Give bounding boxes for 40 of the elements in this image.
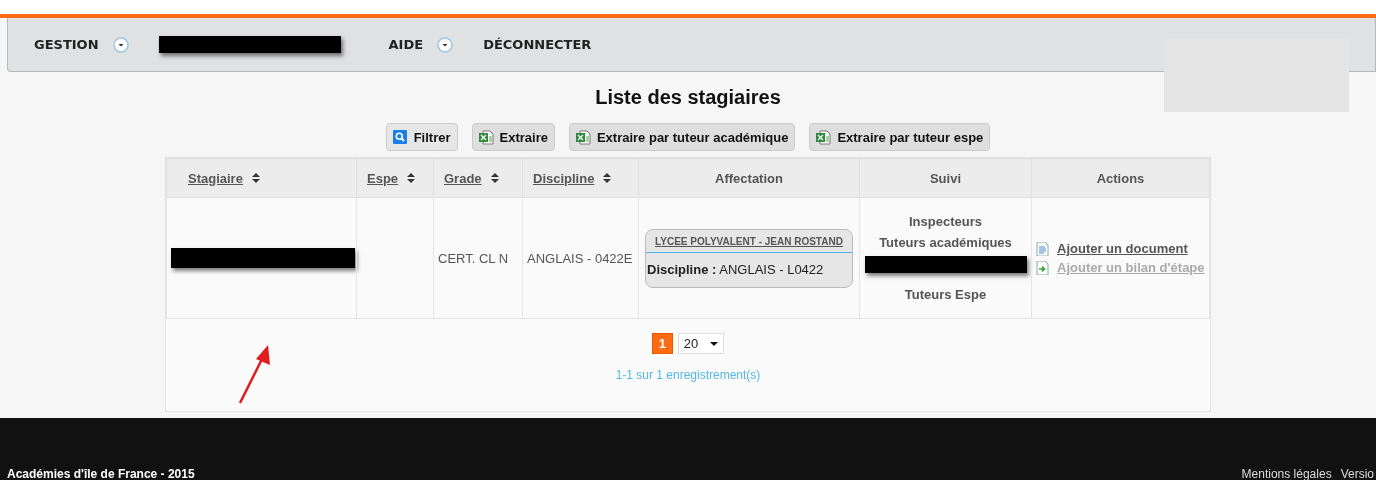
menu-item[interactable]: AIDE [388,37,424,52]
menu-item[interactable]: GESTION [34,37,99,52]
page-size-select[interactable]: 20 [677,333,725,354]
record-count: 1-1 sur 1 enregistrement(s) [615,368,761,382]
discipline-text: Discipline : ANGLAIS - L0422 [646,260,825,279]
footer-text: Académies d'île de France - 2015 [7,467,195,480]
action-link[interactable]: Ajouter un document [1057,241,1188,256]
spreadsheet-icon [575,129,591,145]
footer-link[interactable]: Versio [1340,467,1374,480]
export-button[interactable]: Extraire [471,123,555,151]
logout-link[interactable]: DÉCONNECTER [483,37,592,52]
sort-icon [603,173,612,183]
school-link[interactable]: LYCEE POLYVALENT - JEAN ROSTAND [646,229,852,253]
export-button[interactable]: Extraire par tuteur espe [809,123,991,151]
filter-button[interactable]: Filtrer [385,123,458,151]
dropdown-icon [112,36,129,53]
column-header: Affectation [715,170,783,186]
spreadsheet-icon [816,129,832,145]
section-heading: Tuteurs Espe [903,287,988,302]
column-header[interactable]: Grade [444,170,482,186]
page-title: Liste des stagiaires [595,86,781,109]
column-header: Suivi [929,170,962,186]
spreadsheet-icon [478,129,494,145]
section-heading: Inspecteurs [908,214,983,229]
export-button[interactable]: Extraire par tuteur académique [568,123,796,151]
caret-icon [710,341,719,346]
table-cell: ANGLAIS - 0422E [527,250,633,266]
dropdown-icon [437,36,454,53]
document-icon [1036,241,1049,256]
sort-icon [251,173,260,183]
sort-icon [490,173,499,183]
column-header: Actions [1096,170,1145,186]
section-heading: Tuteurs académiques [878,235,1013,250]
column-header[interactable]: Espe [367,170,399,186]
footer-link[interactable]: Mentions légales [1241,467,1332,480]
sort-icon [407,173,416,183]
column-header[interactable]: Stagiaire [188,170,243,186]
document-icon [1036,260,1049,275]
table-cell: CERT. CL N [438,250,509,266]
search-icon [392,129,408,145]
